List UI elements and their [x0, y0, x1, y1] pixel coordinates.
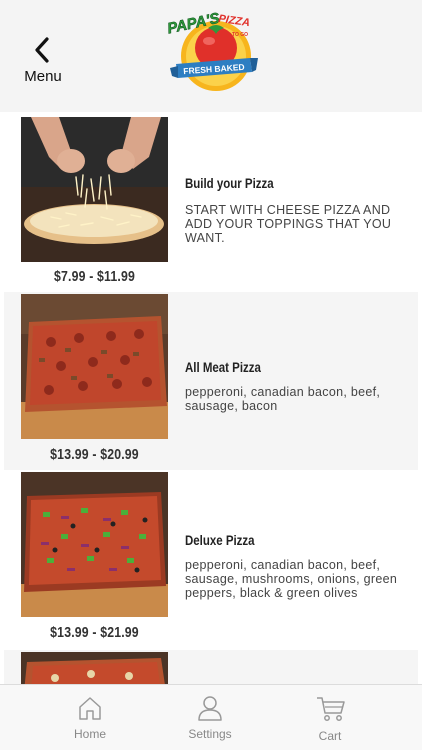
menu-item[interactable]: $7.99 - $11.99 Build your Pizza START WI…: [4, 114, 418, 290]
menu-item-description: START WITH CHEESE PIZZA AND ADD YOUR TOP…: [185, 203, 392, 245]
svg-text:TO GO: TO GO: [232, 32, 248, 38]
menu-item[interactable]: $13.99 - $21.99 Deluxe Pizza pepperoni, …: [4, 470, 418, 648]
tab-cart-label: Cart: [318, 729, 342, 743]
menu-item-name: Deluxe Pizza: [185, 533, 255, 548]
back-button[interactable]: Menu: [20, 34, 66, 90]
menu-item-price: $13.99 - $21.99: [50, 624, 139, 641]
menu-item-price: $13.99 - $20.99: [50, 446, 139, 463]
tab-home-label: Home: [73, 727, 106, 741]
menu-item-image: [21, 472, 168, 617]
menu-item-image: [21, 652, 168, 684]
menu-item-price: $7.99 - $11.99: [54, 268, 135, 285]
chevron-left-icon: [35, 37, 49, 63]
tab-cart[interactable]: Cart: [280, 685, 380, 750]
home-icon: [79, 697, 101, 720]
cart-icon: [317, 697, 345, 721]
menu-item[interactable]: $13.99 - $20.99 All Meat Pizza pepperoni…: [4, 292, 418, 470]
back-label: Menu: [24, 68, 62, 85]
app-header: Menu FRESH BAKED PAPA'S PIZZA TO GO: [0, 0, 422, 112]
menu-item[interactable]: [4, 650, 418, 684]
menu-item-description: pepperoni, canadian bacon, beef, sausage…: [185, 385, 381, 413]
person-icon: [198, 696, 222, 721]
tab-settings[interactable]: Settings: [160, 685, 260, 750]
menu-item-name: All Meat Pizza: [185, 360, 261, 375]
menu-list[interactable]: $7.99 - $11.99 Build your Pizza START WI…: [0, 112, 422, 684]
tab-home[interactable]: Home: [40, 685, 140, 750]
tab-settings-label: Settings: [188, 727, 232, 741]
tab-bar: Home Settings Cart: [0, 684, 422, 750]
papas-pizza-logo: FRESH BAKED PAPA'S PIZZA TO GO: [164, 4, 258, 94]
menu-item-image: [21, 117, 168, 262]
menu-item-description: pepperoni, canadian bacon, beef, sausage…: [185, 558, 398, 600]
menu-item-name: Build your Pizza: [185, 176, 274, 191]
menu-item-image: [21, 294, 168, 439]
